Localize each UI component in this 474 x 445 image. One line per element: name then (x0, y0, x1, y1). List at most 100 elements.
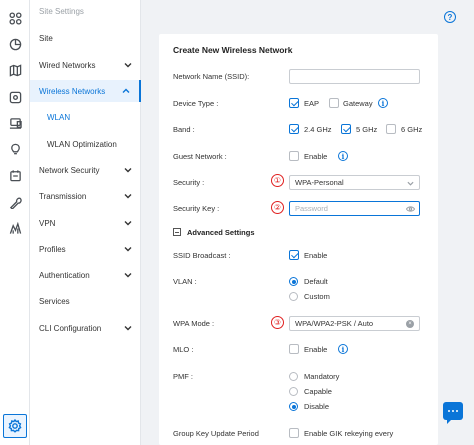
site-settings-menu: Site Settings Site Wired Networks Wirele… (30, 0, 141, 445)
pmf-capable-radio[interactable] (289, 387, 298, 396)
pmf-label: PMF : (173, 372, 193, 381)
menu-item-label: Wireless Networks (39, 86, 106, 96)
menu-item-network-security[interactable]: Network Security (30, 159, 141, 181)
menu-item-profiles[interactable]: Profiles (30, 238, 141, 260)
help-icon[interactable]: ? (444, 11, 456, 23)
guest-network-label: Guest Network : (173, 152, 227, 161)
device-type-gateway-label: Gateway (343, 99, 373, 108)
chevron-down-icon (407, 180, 414, 187)
guest-network-checkbox[interactable] (289, 151, 299, 161)
insights-icon[interactable] (7, 141, 23, 157)
security-key-input[interactable]: Password (289, 201, 420, 216)
band-5ghz-label: 5 GHz (356, 125, 378, 134)
advanced-settings-toggle[interactable]: Advanced Settings (187, 228, 255, 237)
security-key-label: Security Key : (173, 204, 220, 213)
device-type-label: Device Type : (173, 99, 219, 108)
network-name-input[interactable] (289, 69, 420, 84)
menu-item-label: WLAN (47, 112, 71, 122)
menu-item-wlan[interactable]: WLAN (30, 106, 141, 128)
menu-item-services[interactable]: Services (30, 290, 141, 312)
info-icon[interactable]: i (338, 344, 348, 354)
group-key-update-label: Group Key Update Period (173, 429, 259, 438)
vlan-default-radio[interactable] (289, 277, 298, 286)
annotation-marker-1: ① (271, 174, 284, 187)
vlan-custom-radio[interactable] (289, 292, 298, 301)
reports-icon[interactable] (7, 220, 23, 236)
mlo-enable-label: Enable (304, 345, 328, 354)
dashboard-icon[interactable] (7, 10, 23, 26)
security-select[interactable]: WPA-Personal (289, 175, 420, 190)
band-6ghz-label: 6 GHz (401, 125, 423, 134)
menu-item-wireless-networks[interactable]: Wireless Networks (30, 80, 141, 102)
gik-rekeying-checkbox[interactable] (289, 428, 299, 438)
vlan-default-label: Default (304, 277, 328, 286)
tools-icon[interactable] (7, 194, 23, 210)
menu-header: Site Settings (39, 7, 84, 16)
menu-item-label: Profiles (39, 244, 66, 254)
chevron-down-icon (124, 192, 132, 200)
menu-item-label: Services (39, 296, 70, 306)
chevron-down-icon (124, 245, 132, 253)
panel-title: Create New Wireless Network (173, 45, 293, 55)
band-24ghz-label: 2.4 GHz (304, 125, 332, 134)
gik-rekeying-label: Enable GIK rekeying every (304, 429, 394, 438)
ssid-broadcast-checkbox[interactable] (289, 250, 299, 260)
info-icon[interactable]: i (338, 151, 348, 161)
clients-icon[interactable] (7, 115, 23, 131)
menu-item-label: CLI Configuration (39, 323, 102, 333)
create-wireless-network-panel: Create New Wireless Network Network Name… (159, 34, 438, 445)
menu-item-wlan-optimization[interactable]: WLAN Optimization (30, 133, 141, 155)
chevron-down-icon (124, 166, 132, 174)
mlo-label: MLO : (173, 345, 194, 354)
statistics-icon[interactable] (7, 36, 23, 52)
annotation-marker-3: ③ (271, 316, 284, 329)
menu-item-label: VPN (39, 218, 56, 228)
ssid-broadcast-label: SSID Broadcast : (173, 251, 231, 260)
wpa-mode-label: WPA Mode : (173, 319, 215, 328)
device-type-gateway-checkbox[interactable] (329, 98, 339, 108)
security-label: Security : (173, 178, 205, 187)
vlan-custom-label: Custom (304, 292, 330, 301)
menu-item-label: WLAN Optimization (47, 139, 117, 149)
wpa-mode-select[interactable]: WPA/WPA2-PSK / Auto × (289, 316, 420, 331)
pmf-disable-label: Disable (304, 402, 330, 411)
band-5ghz-checkbox[interactable] (341, 124, 351, 134)
band-24ghz-checkbox[interactable] (289, 124, 299, 134)
map-icon[interactable] (7, 62, 23, 78)
chevron-down-icon (124, 324, 132, 332)
pmf-disable-radio[interactable] (289, 402, 298, 411)
device-type-eap-checkbox[interactable] (289, 98, 299, 108)
menu-item-label: Network Security (39, 165, 100, 175)
vlan-label: VLAN : (173, 277, 197, 286)
chat-support-icon[interactable] (443, 402, 463, 424)
menu-item-site[interactable]: Site (30, 27, 141, 49)
menu-item-authentication[interactable]: Authentication (30, 264, 141, 286)
security-value: WPA-Personal (295, 178, 344, 187)
chevron-down-icon (124, 219, 132, 227)
menu-item-cli-configuration[interactable]: CLI Configuration (30, 317, 141, 339)
logs-icon[interactable] (7, 167, 23, 183)
chevron-down-icon (124, 61, 132, 69)
ssid-broadcast-enable-label: Enable (304, 251, 328, 260)
info-icon[interactable]: i (378, 98, 388, 108)
menu-item-transmission[interactable]: Transmission (30, 185, 141, 207)
band-6ghz-checkbox[interactable] (386, 124, 396, 134)
icon-rail (0, 0, 30, 445)
chevron-down-icon (124, 271, 132, 279)
devices-icon[interactable] (7, 89, 23, 105)
pmf-mandatory-radio[interactable] (289, 372, 298, 381)
mlo-checkbox[interactable] (289, 344, 299, 354)
annotation-marker-2: ② (271, 201, 284, 214)
device-type-eap-label: EAP (304, 99, 320, 108)
band-label: Band : (173, 125, 195, 134)
menu-item-wired-networks[interactable]: Wired Networks (30, 54, 141, 76)
settings-icon[interactable] (3, 414, 27, 438)
eye-icon[interactable] (405, 205, 416, 213)
menu-item-label: Authentication (39, 270, 90, 280)
wpa-mode-value: WPA/WPA2-PSK / Auto (295, 319, 374, 328)
menu-item-label: Site (39, 33, 53, 43)
collapse-icon[interactable] (173, 228, 181, 236)
security-key-placeholder: Password (295, 204, 328, 213)
menu-item-vpn[interactable]: VPN (30, 212, 141, 234)
clear-icon[interactable]: × (406, 320, 414, 328)
